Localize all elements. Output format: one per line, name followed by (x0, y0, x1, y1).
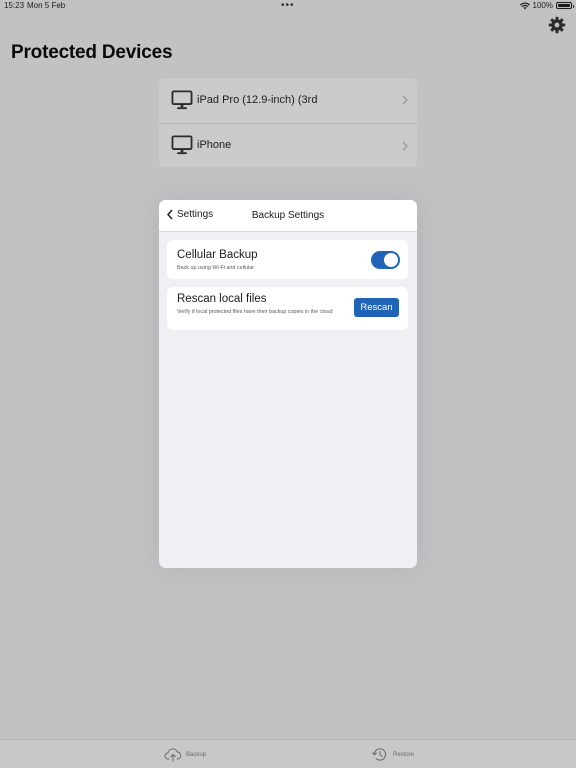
cellular-backup-description: Back up using Wi-Fi and cellular (177, 265, 254, 271)
battery-percent: 100% (532, 1, 553, 10)
device-row-iphone[interactable]: iPhone (159, 122, 417, 168)
tab-backup-label: Backup (186, 751, 207, 758)
wifi-icon (519, 2, 530, 9)
tab-bar: Backup Restore (0, 739, 576, 768)
page-title: Protected Devices (11, 42, 173, 63)
modal-nav-bar: Settings Backup Settings (159, 200, 417, 232)
device-row-ipad[interactable]: iPad Pro (12.9-inch) (3rd (159, 78, 417, 123)
toggle-knob (384, 253, 398, 267)
monitor-icon (171, 90, 193, 110)
device-name: iPad Pro (12.9-inch) (3rd (197, 94, 318, 107)
cloud-upload-icon (164, 748, 182, 762)
rescan-description: Verify if local protected files have the… (177, 309, 333, 315)
tab-restore-label: Restore (393, 751, 415, 758)
status-bar: 15:23 Mon 5 Feb ••• 100% (0, 0, 576, 12)
backup-settings-modal: Settings Backup Settings Cellular Backup… (159, 200, 417, 568)
status-right: 100% (519, 1, 574, 10)
monitor-icon (171, 135, 193, 155)
modal-title: Backup Settings (251, 210, 325, 221)
tab-backup[interactable]: Backup (164, 746, 206, 763)
device-name: iPhone (197, 139, 232, 152)
gear-icon[interactable] (548, 16, 566, 34)
cellular-backup-title: Cellular Backup (177, 249, 258, 261)
chevron-right-icon (402, 141, 408, 150)
rescan-card: Rescan local files Verify if local prote… (167, 287, 408, 330)
tab-restore[interactable]: Restore (371, 746, 414, 763)
history-icon (372, 748, 387, 761)
status-date: Mon 5 Feb (27, 1, 66, 10)
rescan-title: Rescan local files (177, 293, 267, 305)
chevron-right-icon (402, 95, 408, 105)
cellular-backup-card: Cellular Backup Back up using Wi-Fi and … (167, 240, 408, 279)
device-list: iPad Pro (12.9-inch) (3rd iPhone (159, 78, 417, 167)
status-time: 15:23 (4, 1, 25, 10)
multitasking-dots[interactable]: ••• (281, 0, 295, 11)
rescan-button[interactable]: Rescan (354, 298, 399, 317)
battery-icon (556, 2, 574, 9)
cellular-backup-toggle[interactable] (371, 251, 400, 269)
